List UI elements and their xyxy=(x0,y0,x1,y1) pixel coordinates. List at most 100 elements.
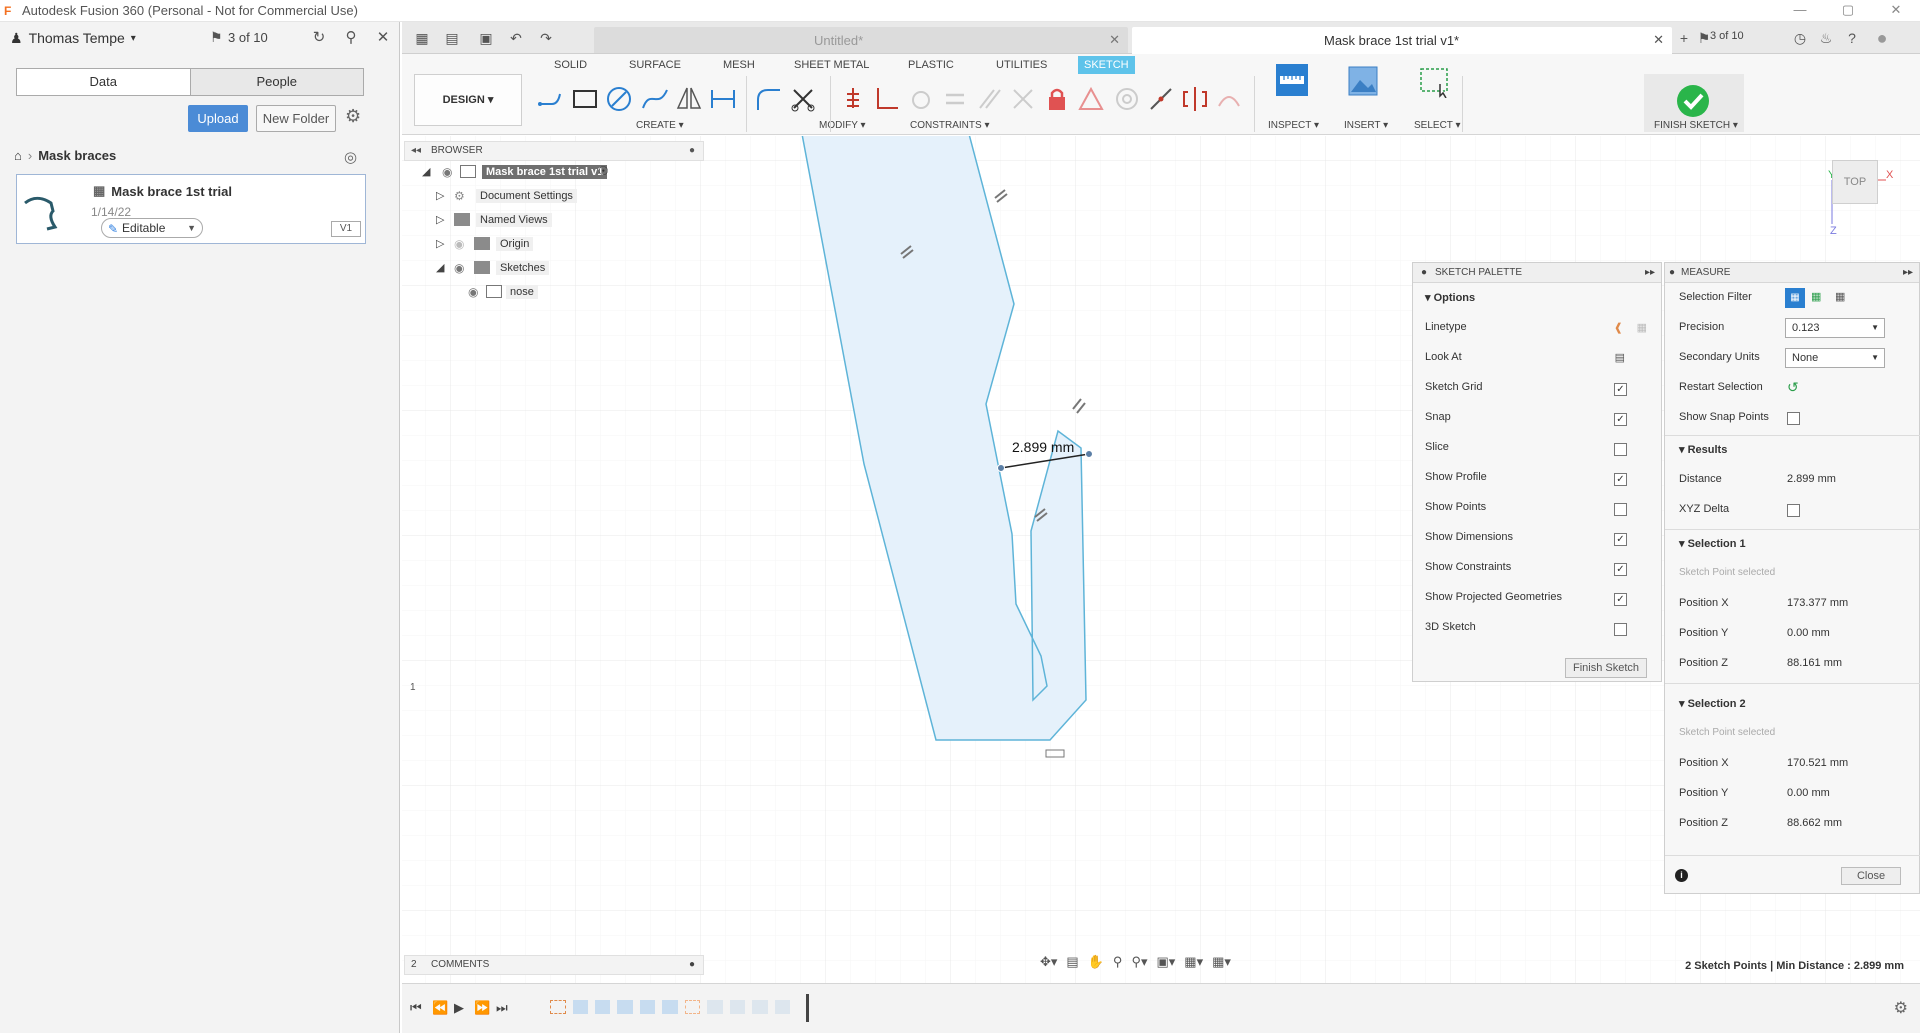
tab-sheet-metal[interactable]: SHEET METAL xyxy=(788,56,875,74)
fillet-icon[interactable] xyxy=(754,84,784,114)
close-tab-icon[interactable]: ✕ xyxy=(1653,32,1664,48)
next-step-icon[interactable]: ⏩ xyxy=(474,1000,490,1016)
tree-root[interactable]: ◢ ◉ Mask brace 1st trial v1 ☉ xyxy=(404,161,704,185)
centerline-icon[interactable]: ▦ xyxy=(1637,321,1647,334)
insert-menu[interactable]: INSERT ▾ xyxy=(1344,120,1388,131)
feature-icon[interactable] xyxy=(662,1000,678,1014)
restart-icon[interactable]: ↺ xyxy=(1787,379,1799,396)
user-menu[interactable]: ♟ Thomas Tempe ▾ xyxy=(10,30,136,47)
filter-edge-icon[interactable]: ▦ xyxy=(1835,290,1845,303)
search-icon[interactable]: ⚲ xyxy=(342,29,360,47)
view-cube[interactable]: TOP xyxy=(1832,160,1878,204)
feature-icon[interactable] xyxy=(639,1000,656,1014)
minimize-button[interactable]: — xyxy=(1780,0,1820,22)
grid-settings-icon[interactable]: ▦▾ xyxy=(1184,954,1203,976)
feature-icon[interactable] xyxy=(594,1000,611,1014)
file-card[interactable]: ▦ Mask brace 1st trial 1/14/22 ✎ Editabl… xyxy=(16,174,366,244)
refresh-icon[interactable]: ↻ xyxy=(310,29,328,47)
collapse-icon[interactable]: ◂◂ xyxy=(411,142,421,160)
pin-icon[interactable]: ● xyxy=(689,142,695,160)
comments-bar[interactable]: 2 COMMENTS ● xyxy=(404,955,704,975)
eye-icon[interactable]: ◉ xyxy=(442,165,452,179)
first-step-icon[interactable]: ⏮ xyxy=(410,1000,422,1016)
tree-item-document-settings[interactable]: ▷ ⚙ Document Settings xyxy=(404,185,704,209)
selection1-section[interactable]: ▾ Selection 1 xyxy=(1679,537,1746,550)
palette-option-checkbox[interactable]: ✓ xyxy=(1614,533,1627,546)
modify-menu[interactable]: MODIFY ▾ xyxy=(819,120,866,131)
timeline-marker[interactable] xyxy=(806,994,809,1022)
pin-icon[interactable]: ● xyxy=(1421,263,1427,283)
curvature-icon[interactable] xyxy=(1214,84,1244,114)
parallel-icon[interactable] xyxy=(974,84,1004,114)
sketch-feature-icon[interactable] xyxy=(550,1000,566,1014)
close-button[interactable]: Close xyxy=(1841,867,1901,885)
apps-grid-icon[interactable]: ▦ xyxy=(412,28,432,48)
triangle-icon[interactable] xyxy=(1076,84,1106,114)
rectangle-icon[interactable] xyxy=(570,84,600,114)
feature-icon[interactable] xyxy=(572,1000,588,1014)
expand-arrow-icon[interactable]: ▷ xyxy=(436,237,444,250)
show-snap-points-checkbox[interactable] xyxy=(1787,412,1800,425)
gear-icon[interactable]: ⚙ xyxy=(345,106,361,127)
perpendicular-icon[interactable] xyxy=(872,84,902,114)
collapse-arrow-icon[interactable]: ◢ xyxy=(422,165,430,178)
tab-mask-brace[interactable]: Mask brace 1st trial v1* ✕ xyxy=(1132,27,1672,54)
filter-body-icon[interactable]: ▦ xyxy=(1785,288,1805,308)
last-step-icon[interactable]: ⏭ xyxy=(496,1000,508,1016)
xyz-delta-checkbox[interactable] xyxy=(1787,504,1800,517)
palette-option-checkbox[interactable]: ✓ xyxy=(1614,473,1627,486)
tab-sketch[interactable]: SKETCH xyxy=(1078,56,1135,74)
circle-icon[interactable] xyxy=(604,84,634,114)
concentric-icon[interactable] xyxy=(1112,84,1142,114)
globe-icon[interactable]: ◎ xyxy=(344,148,357,166)
avatar[interactable]: ● xyxy=(1872,28,1892,48)
eye-hidden-icon[interactable]: ◉ xyxy=(454,237,464,251)
symmetry-icon[interactable] xyxy=(1180,84,1210,114)
precision-select[interactable]: 0.123 ▼ xyxy=(1785,318,1885,338)
display-settings-icon[interactable]: ▣▾ xyxy=(1156,954,1175,976)
previous-step-icon[interactable]: ⏪ xyxy=(432,1000,448,1016)
version-badge[interactable]: V1 xyxy=(331,221,361,237)
select-menu[interactable]: SELECT ▾ xyxy=(1414,120,1461,131)
selection2-section[interactable]: ▾ Selection 2 xyxy=(1679,697,1746,710)
tree-item-nose[interactable]: ◉ nose xyxy=(404,281,704,305)
eye-icon[interactable]: ◉ xyxy=(468,285,478,299)
finish-sketch-palette-button[interactable]: Finish Sketch xyxy=(1565,658,1647,678)
info-icon[interactable]: i xyxy=(1675,869,1688,882)
trim-icon[interactable] xyxy=(788,84,818,114)
timeline-settings-icon[interactable]: ⚙ xyxy=(1894,998,1908,1018)
feature-icon[interactable] xyxy=(684,1000,701,1014)
inspect-menu[interactable]: INSPECT ▾ xyxy=(1268,120,1319,131)
look-at-icon[interactable]: ▤ xyxy=(1615,351,1625,364)
orbit-icon[interactable]: ✥▾ xyxy=(1040,954,1057,976)
feature-icon[interactable] xyxy=(707,1000,723,1014)
tangent-icon[interactable] xyxy=(906,84,936,114)
tab-plastic[interactable]: PLASTIC xyxy=(902,56,960,74)
palette-option-checkbox[interactable] xyxy=(1614,623,1627,636)
home-icon[interactable]: ⌂ xyxy=(14,148,22,163)
upload-button[interactable]: Upload xyxy=(188,105,248,132)
equal-icon[interactable] xyxy=(940,84,970,114)
create-menu[interactable]: CREATE ▾ xyxy=(636,120,684,131)
close-tab-icon[interactable]: ✕ xyxy=(1109,32,1120,48)
play-icon[interactable]: ▶ xyxy=(454,1000,464,1016)
results-section[interactable]: ▾ Results xyxy=(1679,443,1727,456)
coincident-icon[interactable] xyxy=(1008,84,1038,114)
redo-icon[interactable]: ↷ xyxy=(536,28,556,48)
insert-image-icon[interactable] xyxy=(1346,64,1380,98)
bell-icon[interactable]: ♨ xyxy=(1816,28,1836,48)
line-icon[interactable] xyxy=(536,84,566,114)
expand-arrow-icon[interactable]: ▷ xyxy=(436,189,444,202)
tree-item-named-views[interactable]: ▷ Named Views xyxy=(404,209,704,233)
tab-solid[interactable]: SOLID xyxy=(548,56,593,74)
expand-arrow-icon[interactable]: ▷ xyxy=(436,213,444,226)
maximize-button[interactable]: ▢ xyxy=(1828,0,1868,22)
pin-icon[interactable]: ● xyxy=(689,956,695,974)
breadcrumb-folder[interactable]: Mask braces xyxy=(38,148,116,163)
feature-icon[interactable] xyxy=(617,1000,633,1014)
measure-icon[interactable] xyxy=(1274,62,1310,98)
close-panel-icon[interactable]: ✕ xyxy=(374,29,392,47)
timeline-features[interactable] xyxy=(550,1000,790,1018)
tab-data[interactable]: Data xyxy=(17,69,190,95)
save-icon[interactable]: ▣ xyxy=(476,28,496,48)
